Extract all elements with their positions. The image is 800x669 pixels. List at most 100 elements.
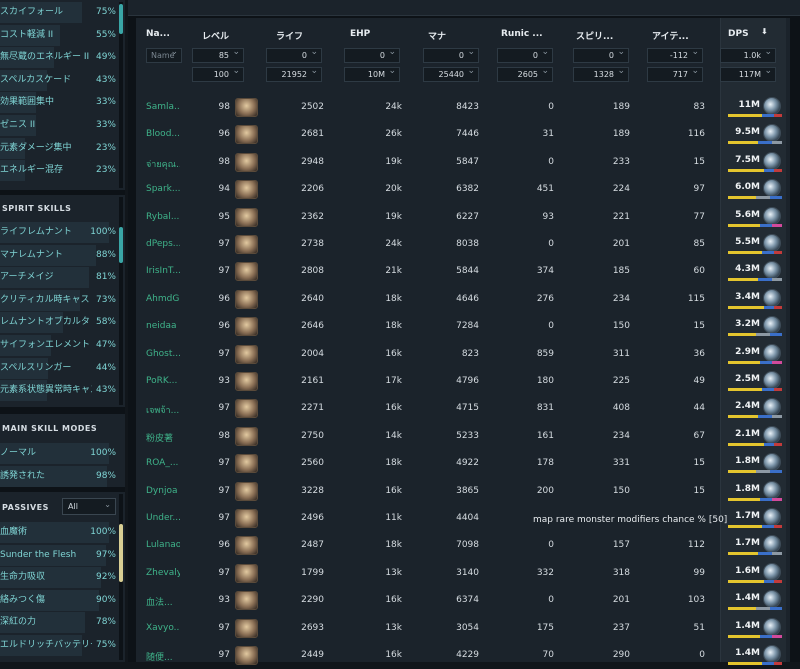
character-name-link[interactable]: Ghost... <box>146 349 180 359</box>
character-name-link[interactable]: ROA_... <box>146 458 180 468</box>
column-header[interactable]: ライフ <box>276 29 303 42</box>
max-runic-filter[interactable]: 2605 <box>497 65 553 82</box>
character-name-link[interactable]: Dynjoa <box>146 486 180 496</box>
table-row[interactable]: AhmdG 96 2640 18k 4646 276 234 115 3.4M <box>136 286 790 313</box>
column-header[interactable]: マナ <box>428 29 446 42</box>
stat-row[interactable]: 効果範囲集中 33% <box>0 91 119 114</box>
table-row[interactable]: Spark... 94 2206 20k 6382 451 224 97 6.0M <box>136 176 790 203</box>
scrollbar[interactable] <box>119 197 123 405</box>
stat-row[interactable]: スペルスリンガー 44% <box>0 357 119 380</box>
stat-row[interactable]: Sunder the Flesh 97% <box>0 544 119 567</box>
scrollbar[interactable] <box>119 2 123 188</box>
table-row[interactable]: Xavyo... 97 2693 13k 3054 175 237 51 1.4M <box>136 615 790 642</box>
table-row[interactable]: ROA_... 97 2560 18k 4922 178 331 15 1.8M <box>136 450 790 477</box>
table-row[interactable]: เจพจ้า... 97 2271 16k 4715 831 408 44 2.4M <box>136 395 790 422</box>
column-header[interactable]: Runic ... <box>501 29 543 39</box>
table-row[interactable]: Blood... 96 2681 26k 7446 31 189 116 9.5M <box>136 121 790 148</box>
stat-row[interactable]: ゼニス II 33% <box>0 114 119 137</box>
min-spirit-filter[interactable]: 0 <box>573 46 629 63</box>
character-name-link[interactable]: Blood... <box>146 129 180 139</box>
column-header[interactable]: スピリ... <box>576 29 613 42</box>
passives-title: PASSIVES <box>2 503 49 512</box>
table-row[interactable]: Dynjoa 97 3228 16k 3865 200 150 15 1.8M <box>136 478 790 505</box>
table-row[interactable]: 随便... 97 2449 16k 4229 70 290 0 1.4M <box>136 642 790 669</box>
column-header[interactable]: EHP <box>350 29 370 39</box>
stat-row[interactable]: 誘発された 98% <box>0 465 119 487</box>
stat-row[interactable]: レムナントオブカルタ 58% <box>0 311 119 334</box>
character-name-link[interactable]: dPeps... <box>146 239 180 249</box>
stat-row[interactable]: 血魔術 100% <box>0 521 119 544</box>
min-dps-filter[interactable]: 1.0k <box>720 46 776 63</box>
scrollbar-thumb[interactable] <box>119 227 123 263</box>
character-name-link[interactable]: Zhevaly <box>146 568 180 578</box>
table-row[interactable]: จ่ายคุณ... 98 2948 19k 5847 0 233 15 7.5M <box>136 149 790 176</box>
character-name-link[interactable]: 粉皮著 <box>146 431 180 444</box>
character-name-link[interactable]: IrisInT... <box>146 266 180 276</box>
character-name-link[interactable]: Lulanao <box>146 540 180 550</box>
character-name-link[interactable]: เจพจ้า... <box>146 403 180 417</box>
scrollbar-thumb[interactable] <box>119 524 123 582</box>
min-life-filter[interactable]: 0 <box>266 46 322 63</box>
column-header[interactable]: Na... <box>146 29 170 39</box>
max-level-filter[interactable]: 100 <box>192 65 244 82</box>
stat-row[interactable]: クリティカル時キャスト 73% <box>0 289 119 312</box>
character-name-link[interactable]: Under... <box>146 513 180 523</box>
passives-filter-select[interactable]: All ⌄ <box>62 498 116 515</box>
max-life-filter[interactable]: 21952 <box>266 65 322 82</box>
stat-row[interactable]: 無尽蔵のエネルギー II 49% <box>0 46 119 69</box>
table-row[interactable]: 粉皮著 98 2750 14k 5233 161 234 67 2.1M <box>136 423 790 450</box>
max-mana-filter[interactable]: 25440 <box>423 65 479 82</box>
stat-row[interactable]: ライフレムナント 100% <box>0 221 119 244</box>
stat-row[interactable]: アーチメイジ 81% <box>0 266 119 289</box>
min-runic-filter[interactable]: 0 <box>497 46 553 63</box>
max-dps-filter[interactable]: 117M <box>720 65 776 82</box>
scrollbar[interactable] <box>119 494 123 660</box>
scrollbar-thumb[interactable] <box>119 4 123 34</box>
character-name-link[interactable]: AhmdG <box>146 294 180 304</box>
stat-row[interactable]: スカイフォール 75% <box>0 1 119 24</box>
table-row[interactable]: neidaa 96 2646 18k 7284 0 150 15 3.2M <box>136 313 790 340</box>
character-name-link[interactable]: Xavyo... <box>146 623 180 633</box>
stat-row[interactable]: 生命力吸収 92% <box>0 566 119 589</box>
table-row[interactable]: Zhevaly 97 1799 13k 3140 332 318 99 1.6M <box>136 560 790 587</box>
name-filter-input[interactable]: Name <box>146 46 182 63</box>
character-name-link[interactable]: Samla... <box>146 102 180 112</box>
stat-row[interactable]: 元素系状態異常時キャスト43% <box>0 379 119 402</box>
max-item-filter[interactable]: 717 <box>647 65 703 82</box>
table-row[interactable]: Ghost... 97 2004 16k 823 859 311 36 2.9M <box>136 341 790 368</box>
stat-row[interactable]: 深紅の力 78% <box>0 611 119 634</box>
column-header[interactable]: アイテ... <box>652 29 689 42</box>
character-name-link[interactable]: Rybal... <box>146 212 180 222</box>
stat-row[interactable]: エネルギー混存 23% <box>0 159 119 182</box>
character-name-link[interactable]: 血法... <box>146 595 180 608</box>
table-row[interactable]: Lulanao 96 2487 18k 7098 0 157 112 1.7M <box>136 532 790 559</box>
stat-row[interactable]: ノーマル 100% <box>0 442 119 465</box>
min-ehp-filter[interactable]: 0 <box>344 46 400 63</box>
stat-row[interactable]: コスト軽減 II 55% <box>0 24 119 47</box>
table-row[interactable]: Rybal... 95 2362 19k 6227 93 221 77 5.6M <box>136 204 790 231</box>
min-item-filter[interactable]: -112 <box>647 46 703 63</box>
character-name-link[interactable]: PoRK... <box>146 376 180 386</box>
character-name-link[interactable]: neidaa <box>146 321 180 331</box>
character-name-link[interactable]: Spark... <box>146 184 180 194</box>
stat-row[interactable]: サイフォンエレメント 47% <box>0 334 119 357</box>
table-row[interactable]: dPeps... 97 2738 24k 8038 0 201 85 5.5M <box>136 231 790 258</box>
table-row[interactable]: IrisInT... 97 2808 21k 5844 374 185 60 4.3M <box>136 258 790 285</box>
sort-desc-icon[interactable]: ⬇ <box>761 27 768 36</box>
stat-row[interactable]: エルドリッチバッテリー 75% <box>0 634 119 657</box>
min-level-filter[interactable]: 85 <box>192 46 244 63</box>
stat-row[interactable]: 絡みつく傷 90% <box>0 589 119 612</box>
character-name-link[interactable]: 随便... <box>146 650 180 663</box>
table-row[interactable]: PoRK... 93 2161 17k 4796 180 225 49 2.5M <box>136 368 790 395</box>
stat-row[interactable]: 元素ダメージ集中 23% <box>0 137 119 160</box>
max-spirit-filter[interactable]: 1328 <box>573 65 629 82</box>
column-header[interactable]: レベル <box>202 29 229 42</box>
column-header[interactable]: DPS <box>728 29 749 39</box>
max-ehp-filter[interactable]: 10M <box>344 65 400 82</box>
table-row[interactable]: Samla... 98 2502 24k 8423 0 189 83 11M <box>136 94 790 121</box>
stat-row[interactable]: マナレムナント 88% <box>0 244 119 267</box>
character-name-link[interactable]: จ่ายคุณ... <box>146 157 180 171</box>
stat-row[interactable]: スペルカスケード 43% <box>0 69 119 92</box>
table-row[interactable]: 血法... 93 2290 16k 6374 0 201 103 1.4M <box>136 587 790 614</box>
min-mana-filter[interactable]: 0 <box>423 46 479 63</box>
